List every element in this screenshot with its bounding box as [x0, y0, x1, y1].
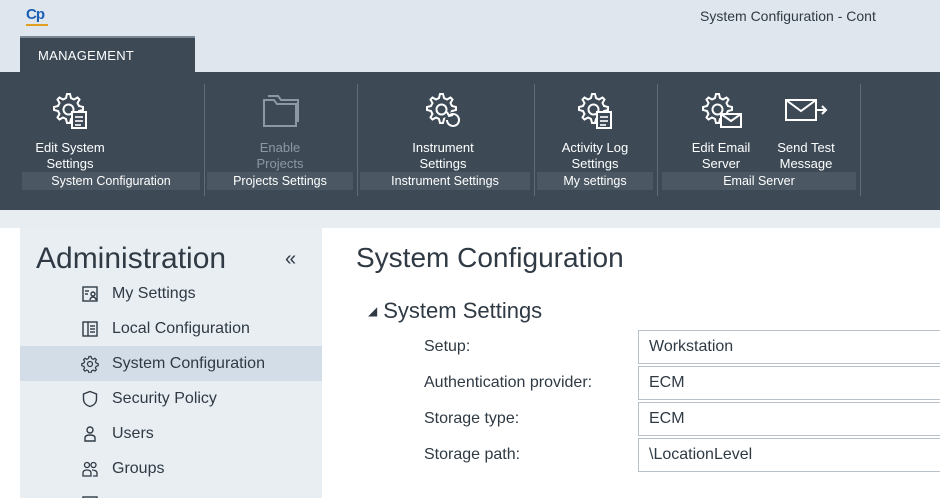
- activity-log-settings-button[interactable]: Activity Log Settings: [543, 84, 647, 180]
- ribbon-group-label: Email Server: [662, 172, 856, 190]
- edit-email-server-label: Edit Email Server: [691, 140, 751, 171]
- ribbon-group-my-settings: Activity Log Settings My settings: [535, 84, 658, 204]
- app-logo: Cp: [24, 6, 52, 26]
- user-card-icon: [80, 284, 100, 304]
- authentication-provider-field[interactable]: ECM: [638, 366, 940, 400]
- gear-envelope-icon: [702, 93, 742, 128]
- setup-field[interactable]: Workstation: [638, 330, 940, 364]
- shield-icon: [80, 389, 100, 409]
- storage-path-field[interactable]: \LocationLevel: [638, 438, 940, 472]
- authentication-provider-label: Authentication provider:: [424, 374, 593, 391]
- sidebar-item-security-policy[interactable]: Security Policy: [20, 381, 322, 416]
- ribbon-group-system-configuration: Edit System Settings System Configuratio…: [20, 84, 205, 204]
- main-content: System Configuration ◢ System Settings S…: [336, 228, 940, 498]
- storage-path-label: Storage path:: [424, 446, 521, 463]
- ribbon-group-label: Projects Settings: [207, 172, 353, 190]
- send-test-message-button[interactable]: Send Test Message: [766, 84, 846, 180]
- edit-system-settings-button[interactable]: Edit System Settings: [20, 84, 120, 180]
- user-icon: [80, 424, 100, 444]
- edit-system-settings-label: Edit System Settings: [35, 140, 105, 171]
- send-test-message-label: Send Test Message: [777, 140, 835, 171]
- ribbon-group-email-server: Edit Email Server Send Test Message Emai…: [660, 84, 861, 204]
- gear-refresh-icon: [426, 93, 461, 128]
- sidebar-item-label: Users: [112, 424, 154, 442]
- window-title: System Configuration - Cont: [700, 8, 876, 24]
- sidebar: Administration « My Settings Local Confi…: [20, 228, 322, 498]
- sidebar-item-local-configuration[interactable]: Local Configuration: [20, 311, 322, 346]
- page-title: System Configuration: [356, 242, 624, 273]
- folder-icon: [263, 95, 299, 127]
- section-title: System Settings: [383, 298, 543, 323]
- sidebar-item-label: Groups: [112, 459, 165, 477]
- ribbon-group-label: My settings: [537, 172, 653, 190]
- sidebar-item-label: System Configuration: [112, 354, 265, 372]
- instrument-settings-label: Instrument Settings: [412, 140, 474, 171]
- title-bar: Cp System Configuration - Cont: [0, 0, 940, 36]
- enable-projects-label: Enable Projects: [256, 140, 304, 171]
- storage-type-field[interactable]: ECM: [638, 402, 940, 436]
- content-divider: [0, 210, 940, 228]
- setup-label: Setup:: [424, 338, 471, 355]
- ribbon-group-label: System Configuration: [22, 172, 200, 190]
- section-header-system-settings[interactable]: ◢ System Settings: [368, 298, 542, 324]
- group-icon: [80, 459, 100, 479]
- tab-strip: MANAGEMENT: [0, 36, 940, 72]
- sidebar-item-label: Security Policy: [112, 389, 217, 407]
- gear-icon: [80, 354, 100, 374]
- ribbon-group-label: Instrument Settings: [360, 172, 530, 190]
- sidebar-item-system-configuration[interactable]: System Configuration: [20, 346, 322, 381]
- envelope-send-icon: [785, 99, 828, 121]
- sidebar-item-my-settings[interactable]: My Settings: [20, 276, 322, 311]
- instrument-settings-button[interactable]: Instrument Settings: [378, 84, 508, 180]
- gear-document-icon: [578, 93, 612, 129]
- activity-log-settings-label: Activity Log Settings: [561, 140, 629, 171]
- edit-email-server-button[interactable]: Edit Email Server: [680, 84, 762, 180]
- storage-type-label: Storage type:: [424, 410, 520, 427]
- sidebar-title: Administration: [36, 242, 227, 275]
- ribbon-group-projects-settings: Enable Projects Projects Settings: [205, 84, 358, 204]
- collapse-sidebar-button[interactable]: «: [285, 248, 296, 271]
- sidebar-item-label: My Settings: [112, 284, 196, 302]
- list-icon: [80, 494, 100, 498]
- ribbon: Edit System Settings System Configuratio…: [0, 72, 940, 210]
- tab-management[interactable]: MANAGEMENT: [20, 36, 195, 72]
- ribbon-group-instrument-settings: Instrument Settings Instrument Settings: [358, 84, 535, 204]
- sidebar-item-label: Local Configuration: [112, 319, 250, 337]
- gear-document-icon: [53, 93, 87, 129]
- sidebar-item-groups[interactable]: Groups: [20, 451, 322, 486]
- sidebar-item-users[interactable]: Users: [20, 416, 322, 451]
- enable-projects-button[interactable]: Enable Projects: [230, 84, 330, 180]
- ribbon-separator: [657, 84, 658, 196]
- collapse-triangle-icon: ◢: [368, 304, 378, 318]
- ribbon-separator: [860, 84, 861, 196]
- panel-icon: [80, 319, 100, 339]
- sidebar-item-next[interactable]: [20, 486, 322, 498]
